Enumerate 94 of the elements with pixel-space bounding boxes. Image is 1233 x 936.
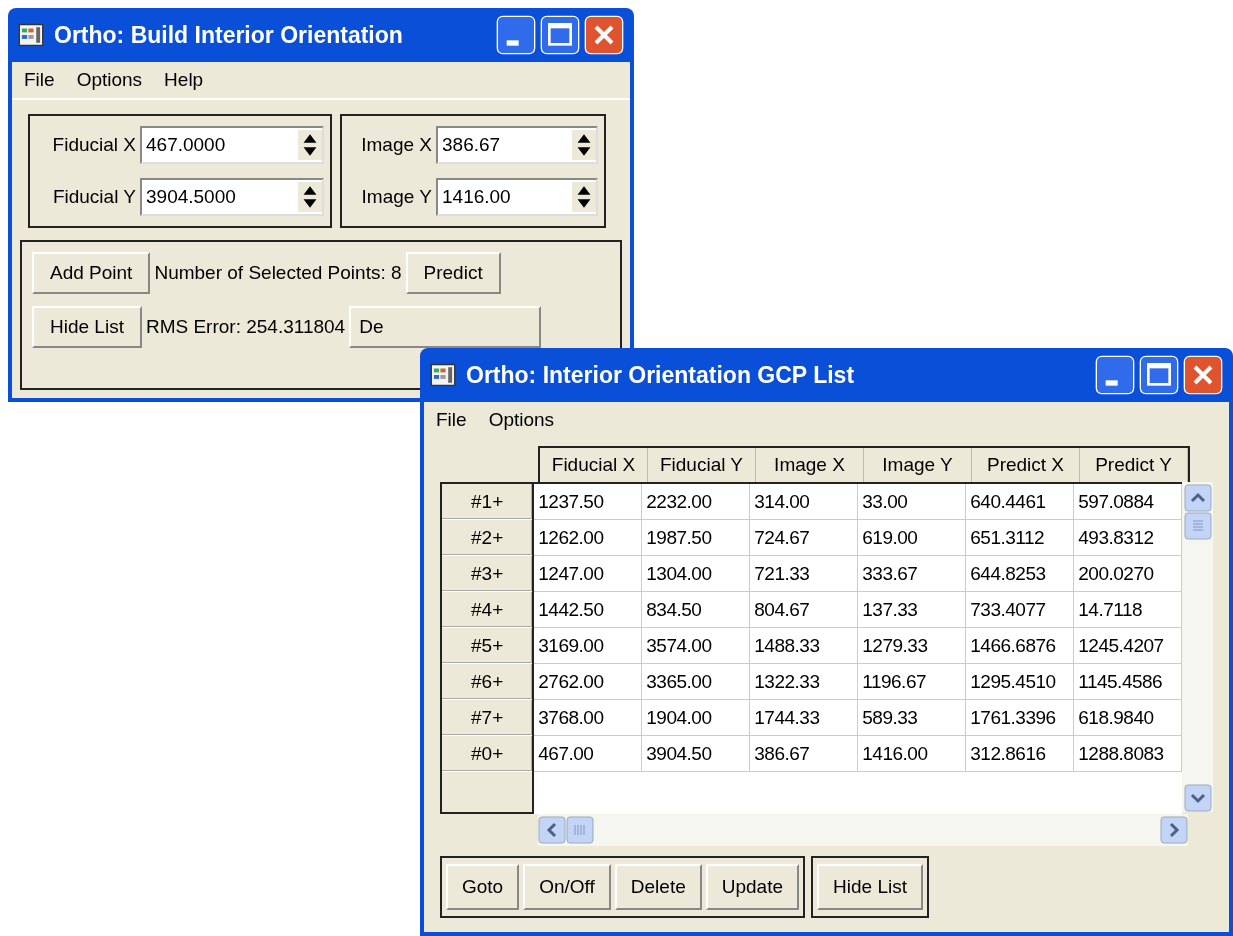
app-icon — [430, 362, 456, 388]
row-header[interactable]: #2+ — [442, 520, 533, 556]
table-cell: 640.4461 — [966, 484, 1075, 520]
table-cell: 312.8616 — [966, 736, 1075, 772]
table-cell: 333.67 — [858, 556, 967, 592]
table-cell: 1295.4510 — [966, 664, 1075, 700]
table-cell: 1262.00 — [534, 520, 643, 556]
row-header[interactable]: #3+ — [442, 556, 533, 592]
table-cell: 1322.33 — [750, 664, 859, 700]
minimize-icon[interactable] — [1095, 355, 1135, 395]
button[interactable]: Delete — [614, 864, 702, 910]
table-cell: 721.33 — [750, 556, 859, 592]
scroll-right-icon[interactable] — [1160, 816, 1188, 844]
table-cell: 619.00 — [858, 520, 967, 556]
menu-item[interactable]: File — [24, 69, 55, 91]
menu-item[interactable]: File — [436, 409, 467, 431]
table-cell: 3365.00 — [642, 664, 751, 700]
row-header[interactable]: #1+ — [442, 484, 533, 520]
table-cell: 3169.00 — [534, 628, 643, 664]
table-cell: 804.67 — [750, 592, 859, 628]
button[interactable]: De — [349, 306, 542, 348]
table-cell: 467.00 — [534, 736, 643, 772]
row-header[interactable]: #0+ — [442, 736, 533, 772]
menu-item[interactable]: Options — [488, 409, 555, 431]
field-label: Fiducial Y — [51, 186, 136, 208]
table-cell: 1987.50 — [642, 520, 751, 556]
table-cell: 733.4077 — [966, 592, 1075, 628]
scroll-left-icon[interactable] — [538, 816, 566, 844]
scroll-thumb-icon[interactable] — [566, 816, 594, 844]
table-cell: 3574.00 — [642, 628, 751, 664]
menu-item[interactable]: Help — [164, 69, 204, 91]
spin-field[interactable]: 386.67 — [436, 126, 598, 164]
window-title: Ortho: Build Interior Orientation — [54, 21, 404, 49]
button[interactable]: Hide List — [32, 306, 142, 348]
button[interactable]: Update — [705, 864, 800, 910]
status-text: RMS Error: 254.311804 — [145, 316, 346, 338]
menu-item[interactable]: Options — [76, 69, 143, 91]
table-cell: 651.3112 — [966, 520, 1075, 556]
row-header[interactable]: #6+ — [442, 664, 533, 700]
spinner-arrows-icon[interactable] — [298, 182, 322, 212]
table-cell: 1196.67 — [858, 664, 967, 700]
spinner-arrows-icon[interactable] — [572, 130, 596, 160]
vertical-scrollbar[interactable] — [1182, 482, 1213, 812]
scroll-down-icon[interactable] — [1183, 784, 1212, 812]
table-cell: 1761.3396 — [966, 700, 1075, 736]
close-icon[interactable] — [1183, 355, 1223, 395]
table-cell: 1247.00 — [534, 556, 643, 592]
close-icon[interactable] — [584, 15, 624, 55]
maximize-icon[interactable] — [540, 15, 580, 55]
table-cell: 314.00 — [750, 484, 859, 520]
button[interactable]: Predict — [405, 252, 501, 294]
app-icon — [18, 22, 44, 48]
button[interactable]: Goto — [446, 864, 520, 910]
table-cell: 1416.00 — [858, 736, 967, 772]
table-cell: 3768.00 — [534, 700, 643, 736]
table-cell: 1442.50 — [534, 592, 643, 628]
table-cell: 1304.00 — [642, 556, 751, 592]
table-cell: 1237.50 — [534, 484, 643, 520]
field-label: Image X — [360, 134, 432, 156]
button[interactable]: On/Off — [523, 864, 611, 910]
scroll-up-icon[interactable] — [1183, 484, 1212, 512]
field-label: Fiducial X — [51, 134, 136, 156]
horizontal-scrollbar[interactable] — [538, 814, 1188, 846]
window-title: Ortho: Interior Orientation GCP List — [466, 361, 856, 389]
table-cell: 1744.33 — [750, 700, 859, 736]
table-cell: 2762.00 — [534, 664, 643, 700]
row-header[interactable]: #5+ — [442, 628, 533, 664]
table-cell: 1279.33 — [858, 628, 967, 664]
table-cell: 724.67 — [750, 520, 859, 556]
button[interactable]: Hide List — [817, 864, 923, 910]
maximize-icon[interactable] — [1139, 355, 1179, 395]
table-cell: 1488.33 — [750, 628, 859, 664]
table-cell: 1904.00 — [642, 700, 751, 736]
table-cell: 33.00 — [858, 484, 967, 520]
scroll-thumb-icon[interactable] — [1183, 512, 1212, 540]
spinner-arrows-icon[interactable] — [572, 182, 596, 212]
button[interactable]: Add Point — [32, 252, 151, 294]
row-header[interactable]: #4+ — [442, 592, 533, 628]
table-cell: 386.67 — [750, 736, 859, 772]
minimize-icon[interactable] — [496, 15, 536, 55]
spin-field[interactable]: 3904.5000 — [140, 178, 324, 216]
table-cell: 137.33 — [858, 592, 967, 628]
table-cell: 589.33 — [858, 700, 967, 736]
table-cell: 3904.50 — [642, 736, 751, 772]
table-cell: 834.50 — [642, 592, 751, 628]
spinner-arrows-icon[interactable] — [298, 130, 322, 160]
row-header[interactable]: #7+ — [442, 700, 533, 736]
spin-field[interactable]: 467.0000 — [140, 126, 324, 164]
spin-field[interactable]: 1416.00 — [436, 178, 598, 216]
table-cell: 644.8253 — [966, 556, 1075, 592]
table-cell: 2232.00 — [642, 484, 751, 520]
table-cell: 1466.6876 — [966, 628, 1075, 664]
field-label: Image Y — [360, 186, 432, 208]
status-text: Number of Selected Points: 8 — [154, 262, 402, 284]
